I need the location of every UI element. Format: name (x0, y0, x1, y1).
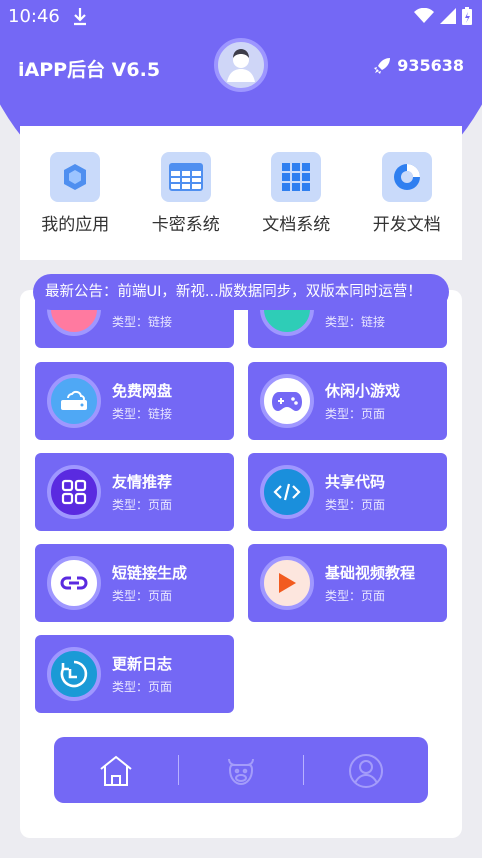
tile-title: 短链接生成 (112, 564, 188, 582)
tile-type: 类型：页面 (112, 589, 173, 603)
tile-recommend[interactable]: 友情推荐 类型：页面 (35, 453, 234, 531)
pie-chart-icon (381, 152, 432, 202)
tile-title: 更新日志 (112, 655, 173, 673)
quick-nav: 我的应用 卡密系统 文档系统 开发文档 (20, 126, 462, 260)
tile-title: 友情推荐 (112, 473, 173, 491)
nav-label: 我的应用 (41, 215, 110, 235)
nav-doc-system[interactable]: 文档系统 (246, 152, 346, 260)
nav-my-apps[interactable]: 我的应用 (25, 152, 125, 260)
announcement-banner[interactable]: 最新公告：前端UI，新视...版数据同步，双版本同时运营！ (33, 274, 449, 310)
nav-label: 卡密系统 (151, 215, 220, 235)
tile-type: 类型：链接 (325, 315, 386, 329)
link-icon (47, 556, 101, 610)
nav-label: 开发文档 (372, 215, 441, 235)
bottom-nav (54, 737, 428, 803)
table-icon (160, 152, 211, 202)
tile-type: 类型：链接 (112, 315, 173, 329)
tile-title: 基础视频教程 (325, 564, 416, 582)
tile-casual-games[interactable]: 休闲小游戏 类型：页面 (248, 362, 447, 440)
user-avatar-icon (227, 49, 255, 82)
cow-icon (228, 758, 254, 786)
tile-type: 类型：页面 (112, 680, 173, 694)
hexagon-icon (50, 152, 101, 202)
home-tab[interactable] (98, 753, 134, 789)
status-time: 10:46 (8, 6, 60, 27)
code-icon (260, 465, 314, 519)
tile-changelog[interactable]: 更新日志 类型：页面 (35, 635, 234, 713)
cloud-drive-icon (47, 374, 101, 428)
battery-icon (462, 7, 472, 25)
profile-tab[interactable] (348, 753, 384, 789)
tile-video-tutorial[interactable]: 基础视频教程 类型：页面 (248, 544, 447, 622)
nav-label: 文档系统 (262, 215, 331, 235)
tile-shared-code[interactable]: 共享代码 类型：页面 (248, 453, 447, 531)
tile-title: 休闲小游戏 (325, 382, 401, 400)
avatar[interactable] (214, 38, 268, 92)
mascot-tab[interactable] (223, 753, 259, 789)
tile-type: 类型：页面 (325, 498, 386, 512)
points-value: 935638 (397, 56, 464, 75)
nav-dev-docs[interactable]: 开发文档 (357, 152, 457, 260)
tile-type: 类型：链接 (112, 407, 173, 421)
tile-title: 免费网盘 (112, 382, 173, 400)
points-display[interactable]: 935638 (373, 56, 464, 75)
clock-icon (47, 647, 101, 701)
wifi-icon (414, 8, 434, 23)
user-icon (349, 754, 383, 788)
divider (303, 755, 304, 785)
apps-icon (47, 465, 101, 519)
tile-type: 类型：页面 (325, 589, 386, 603)
gamepad-icon (260, 374, 314, 428)
rocket-icon (374, 57, 391, 74)
tile-type: 类型：页面 (112, 498, 173, 512)
tile-type: 类型：页面 (325, 407, 386, 421)
tools-panel: 类型：链接 类型：链接 免费网盘 类型：链接 休闲小游戏 类型：页面 友情推荐 … (20, 290, 462, 838)
status-bar: 10:46 (0, 0, 482, 34)
divider (178, 755, 179, 785)
signal-icon (440, 8, 456, 24)
grid-icon (271, 152, 322, 202)
download-icon (74, 8, 86, 26)
play-icon (260, 556, 314, 610)
home-icon (100, 755, 132, 786)
app-title: iAPP后台 V6.5 (18, 59, 161, 81)
tile-title: 共享代码 (325, 473, 386, 491)
tile-short-link[interactable]: 短链接生成 类型：页面 (35, 544, 234, 622)
tile-cloud-drive[interactable]: 免费网盘 类型：链接 (35, 362, 234, 440)
nav-card-system[interactable]: 卡密系统 (136, 152, 236, 260)
